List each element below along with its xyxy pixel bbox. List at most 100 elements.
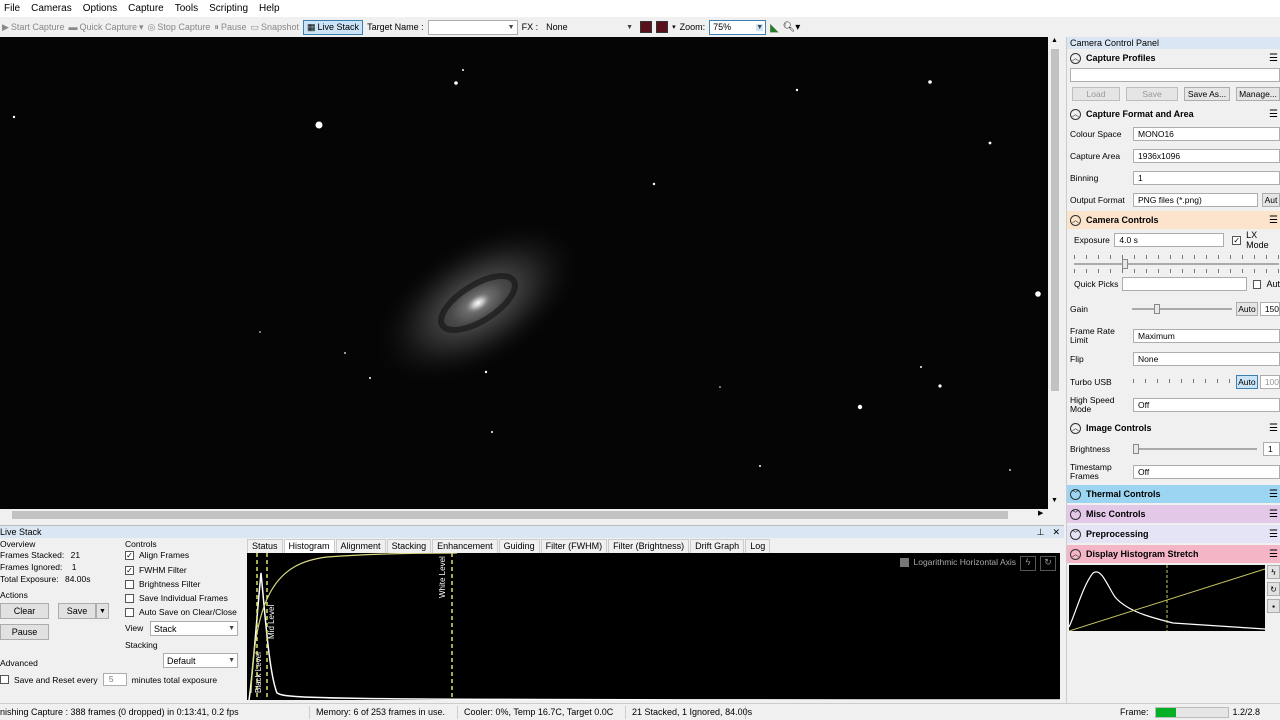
collapse-icon[interactable]: ︿ <box>1070 548 1081 560</box>
save-reset-checkbox[interactable] <box>0 675 9 684</box>
stretch-histogram[interactable]: ϟ ↻ ▪ <box>1067 563 1280 633</box>
auto-save-checkbox[interactable] <box>125 608 134 618</box>
image-vertical-scrollbar[interactable]: ▲ ▼ <box>1048 37 1062 509</box>
menu-options[interactable]: Options <box>81 3 124 14</box>
exposure-slider-thumb[interactable] <box>1122 259 1128 269</box>
quick-capture-button[interactable]: ▬ Quick Capture ▾ <box>68 22 143 33</box>
gain-slider[interactable] <box>1132 302 1233 316</box>
align-frames-checkbox[interactable]: ✓ <box>125 551 134 561</box>
section-display-histogram-stretch[interactable]: ︿ Display Histogram Stretch ☰ <box>1067 545 1280 563</box>
save-individual-checkbox[interactable] <box>125 594 134 604</box>
hamburger-icon[interactable]: ☰ <box>1269 549 1278 560</box>
image-horizontal-scrollbar[interactable]: ▶ <box>0 509 1048 521</box>
hamburger-icon[interactable]: ☰ <box>1269 509 1278 520</box>
expand-icon[interactable]: ﹀ <box>1070 528 1081 540</box>
brightness-slider-thumb[interactable] <box>1133 444 1139 454</box>
collapse-icon[interactable]: ︿ <box>1070 108 1081 120</box>
scroll-right-icon[interactable]: ▶ <box>1038 509 1043 517</box>
zoom-icon[interactable]: 🔍︎▾ <box>783 22 801 33</box>
tab-filter-fwhm[interactable]: Filter (FWHM) <box>540 539 608 553</box>
scroll-down-icon[interactable]: ▼ <box>1051 497 1058 504</box>
binning-dropdown[interactable]: 1 <box>1133 171 1280 185</box>
menu-cameras[interactable]: Cameras <box>29 3 79 14</box>
save-stack-button[interactable]: Save <box>58 603 96 619</box>
hamburger-icon[interactable]: ☰ <box>1269 489 1278 500</box>
section-camera-controls[interactable]: ︿ Camera Controls ☰ <box>1067 211 1280 229</box>
collapse-icon[interactable]: ︿ <box>1070 422 1081 434</box>
flip-dropdown[interactable]: None <box>1133 352 1280 366</box>
turbo-usb-value-input[interactable]: 100 <box>1259 375 1280 389</box>
tab-status[interactable]: Status <box>247 539 283 553</box>
pin-icon[interactable]: ⊥ <box>1037 526 1045 538</box>
turbo-usb-slider[interactable] <box>1132 375 1233 389</box>
hamburger-icon[interactable]: ☰ <box>1269 423 1278 434</box>
tab-guiding[interactable]: Guiding <box>498 539 540 553</box>
gain-slider-thumb[interactable] <box>1154 304 1161 314</box>
live-stack-button[interactable]: ▦ Live Stack <box>303 19 364 35</box>
reset-histogram-icon[interactable]: ↻ <box>1040 556 1056 571</box>
scroll-thumb[interactable] <box>1051 49 1059 391</box>
color-channel-icon[interactable] <box>656 21 669 33</box>
save-as-profile-button[interactable]: Save As... <box>1184 87 1230 101</box>
hscroll-thumb[interactable] <box>12 511 1008 519</box>
lx-mode-checkbox[interactable]: ✓ <box>1232 235 1242 245</box>
load-profile-button[interactable]: Load <box>1072 87 1120 101</box>
tab-log[interactable]: Log <box>745 539 771 553</box>
collapse-icon[interactable]: ︿ <box>1070 214 1081 226</box>
gain-auto-button[interactable]: Auto <box>1236 302 1258 316</box>
colour-space-dropdown[interactable]: MONO16 <box>1133 127 1280 141</box>
fx-dropdown[interactable]: None ▼ <box>542 19 637 35</box>
hamburger-icon[interactable]: ☰ <box>1269 53 1278 64</box>
menu-help[interactable]: Help <box>257 3 287 14</box>
auto-level-icon[interactable]: ϟ <box>1020 556 1036 571</box>
save-icon[interactable]: ▪ <box>1267 599 1280 613</box>
save-dropdown-icon[interactable]: ▼ <box>96 603 109 619</box>
menu-scripting[interactable]: Scripting <box>207 3 255 14</box>
output-format-auto-button[interactable]: Aut <box>1262 193 1280 207</box>
frame-rate-dropdown[interactable]: Maximum <box>1133 329 1280 343</box>
section-image-controls[interactable]: ︿ Image Controls ☰ <box>1067 419 1280 437</box>
section-thermal-controls[interactable]: ﹀ Thermal Controls ☰ <box>1067 485 1280 503</box>
hamburger-icon[interactable]: ☰ <box>1269 529 1278 540</box>
quick-picks-dropdown[interactable] <box>1121 277 1247 291</box>
tab-alignment[interactable]: Alignment <box>335 539 386 553</box>
reset-icon[interactable]: ↻ <box>1267 582 1280 596</box>
menu-tools[interactable]: Tools <box>173 3 205 14</box>
expand-icon[interactable]: ﹀ <box>1070 488 1081 500</box>
close-icon[interactable]: ✕ <box>1052 526 1060 538</box>
start-capture-button[interactable]: ▶ Start Capture <box>2 22 64 33</box>
exposure-input[interactable]: 4.0 s <box>1114 233 1225 247</box>
zoom-dropdown[interactable]: 75% ▼ <box>709 19 767 35</box>
stop-capture-button[interactable]: ◎ Stop Capture <box>148 22 211 33</box>
view-dropdown[interactable]: Stack ▼ <box>150 621 238 636</box>
exposure-slider[interactable] <box>1067 251 1280 275</box>
tab-stacking[interactable]: Stacking <box>386 539 432 553</box>
target-name-dropdown[interactable]: ▼ <box>427 19 518 35</box>
stacking-dropdown[interactable]: Default ▼ <box>163 653 238 668</box>
section-preprocessing[interactable]: ﹀ Preprocessing ☰ <box>1067 525 1280 543</box>
scroll-up-icon[interactable]: ▲ <box>1051 37 1058 44</box>
tab-filter-brightness[interactable]: Filter (Brightness) <box>608 539 690 553</box>
chevron-down-icon[interactable]: ▾ <box>672 23 676 31</box>
pause-button[interactable]: ⏸ Pause <box>214 22 246 33</box>
menu-file[interactable]: File <box>2 3 27 14</box>
brightness-slider[interactable] <box>1133 442 1257 456</box>
fwhm-filter-checkbox[interactable]: ✓ <box>125 566 134 576</box>
hamburger-icon[interactable]: ☰ <box>1269 109 1278 120</box>
save-profile-button[interactable]: Save <box>1126 87 1178 101</box>
brightness-value-input[interactable]: 1 <box>1263 442 1280 456</box>
section-capture-format[interactable]: ︿ Capture Format and Area ☰ <box>1067 105 1280 123</box>
save-reset-minutes-input[interactable]: 5 <box>102 673 127 686</box>
section-misc-controls[interactable]: ﹀ Misc Controls ☰ <box>1067 505 1280 523</box>
tab-enhancement[interactable]: Enhancement <box>432 539 498 553</box>
red-channel-icon[interactable] <box>640 21 653 33</box>
histogram-view[interactable]: Black Level Mid Level White Level Logari… <box>247 552 1061 701</box>
section-capture-profiles[interactable]: ︿ Capture Profiles ☰ <box>1067 49 1280 67</box>
profile-dropdown[interactable] <box>1070 68 1280 82</box>
brightness-filter-checkbox[interactable] <box>125 580 134 590</box>
high-speed-mode-dropdown[interactable]: Off <box>1133 398 1280 412</box>
histogram-icon[interactable]: ◣ <box>770 21 778 34</box>
chevron-down-icon[interactable]: ▾ <box>139 22 144 33</box>
quick-picks-auto-checkbox[interactable] <box>1252 279 1262 289</box>
timestamp-frames-dropdown[interactable]: Off <box>1133 465 1280 479</box>
